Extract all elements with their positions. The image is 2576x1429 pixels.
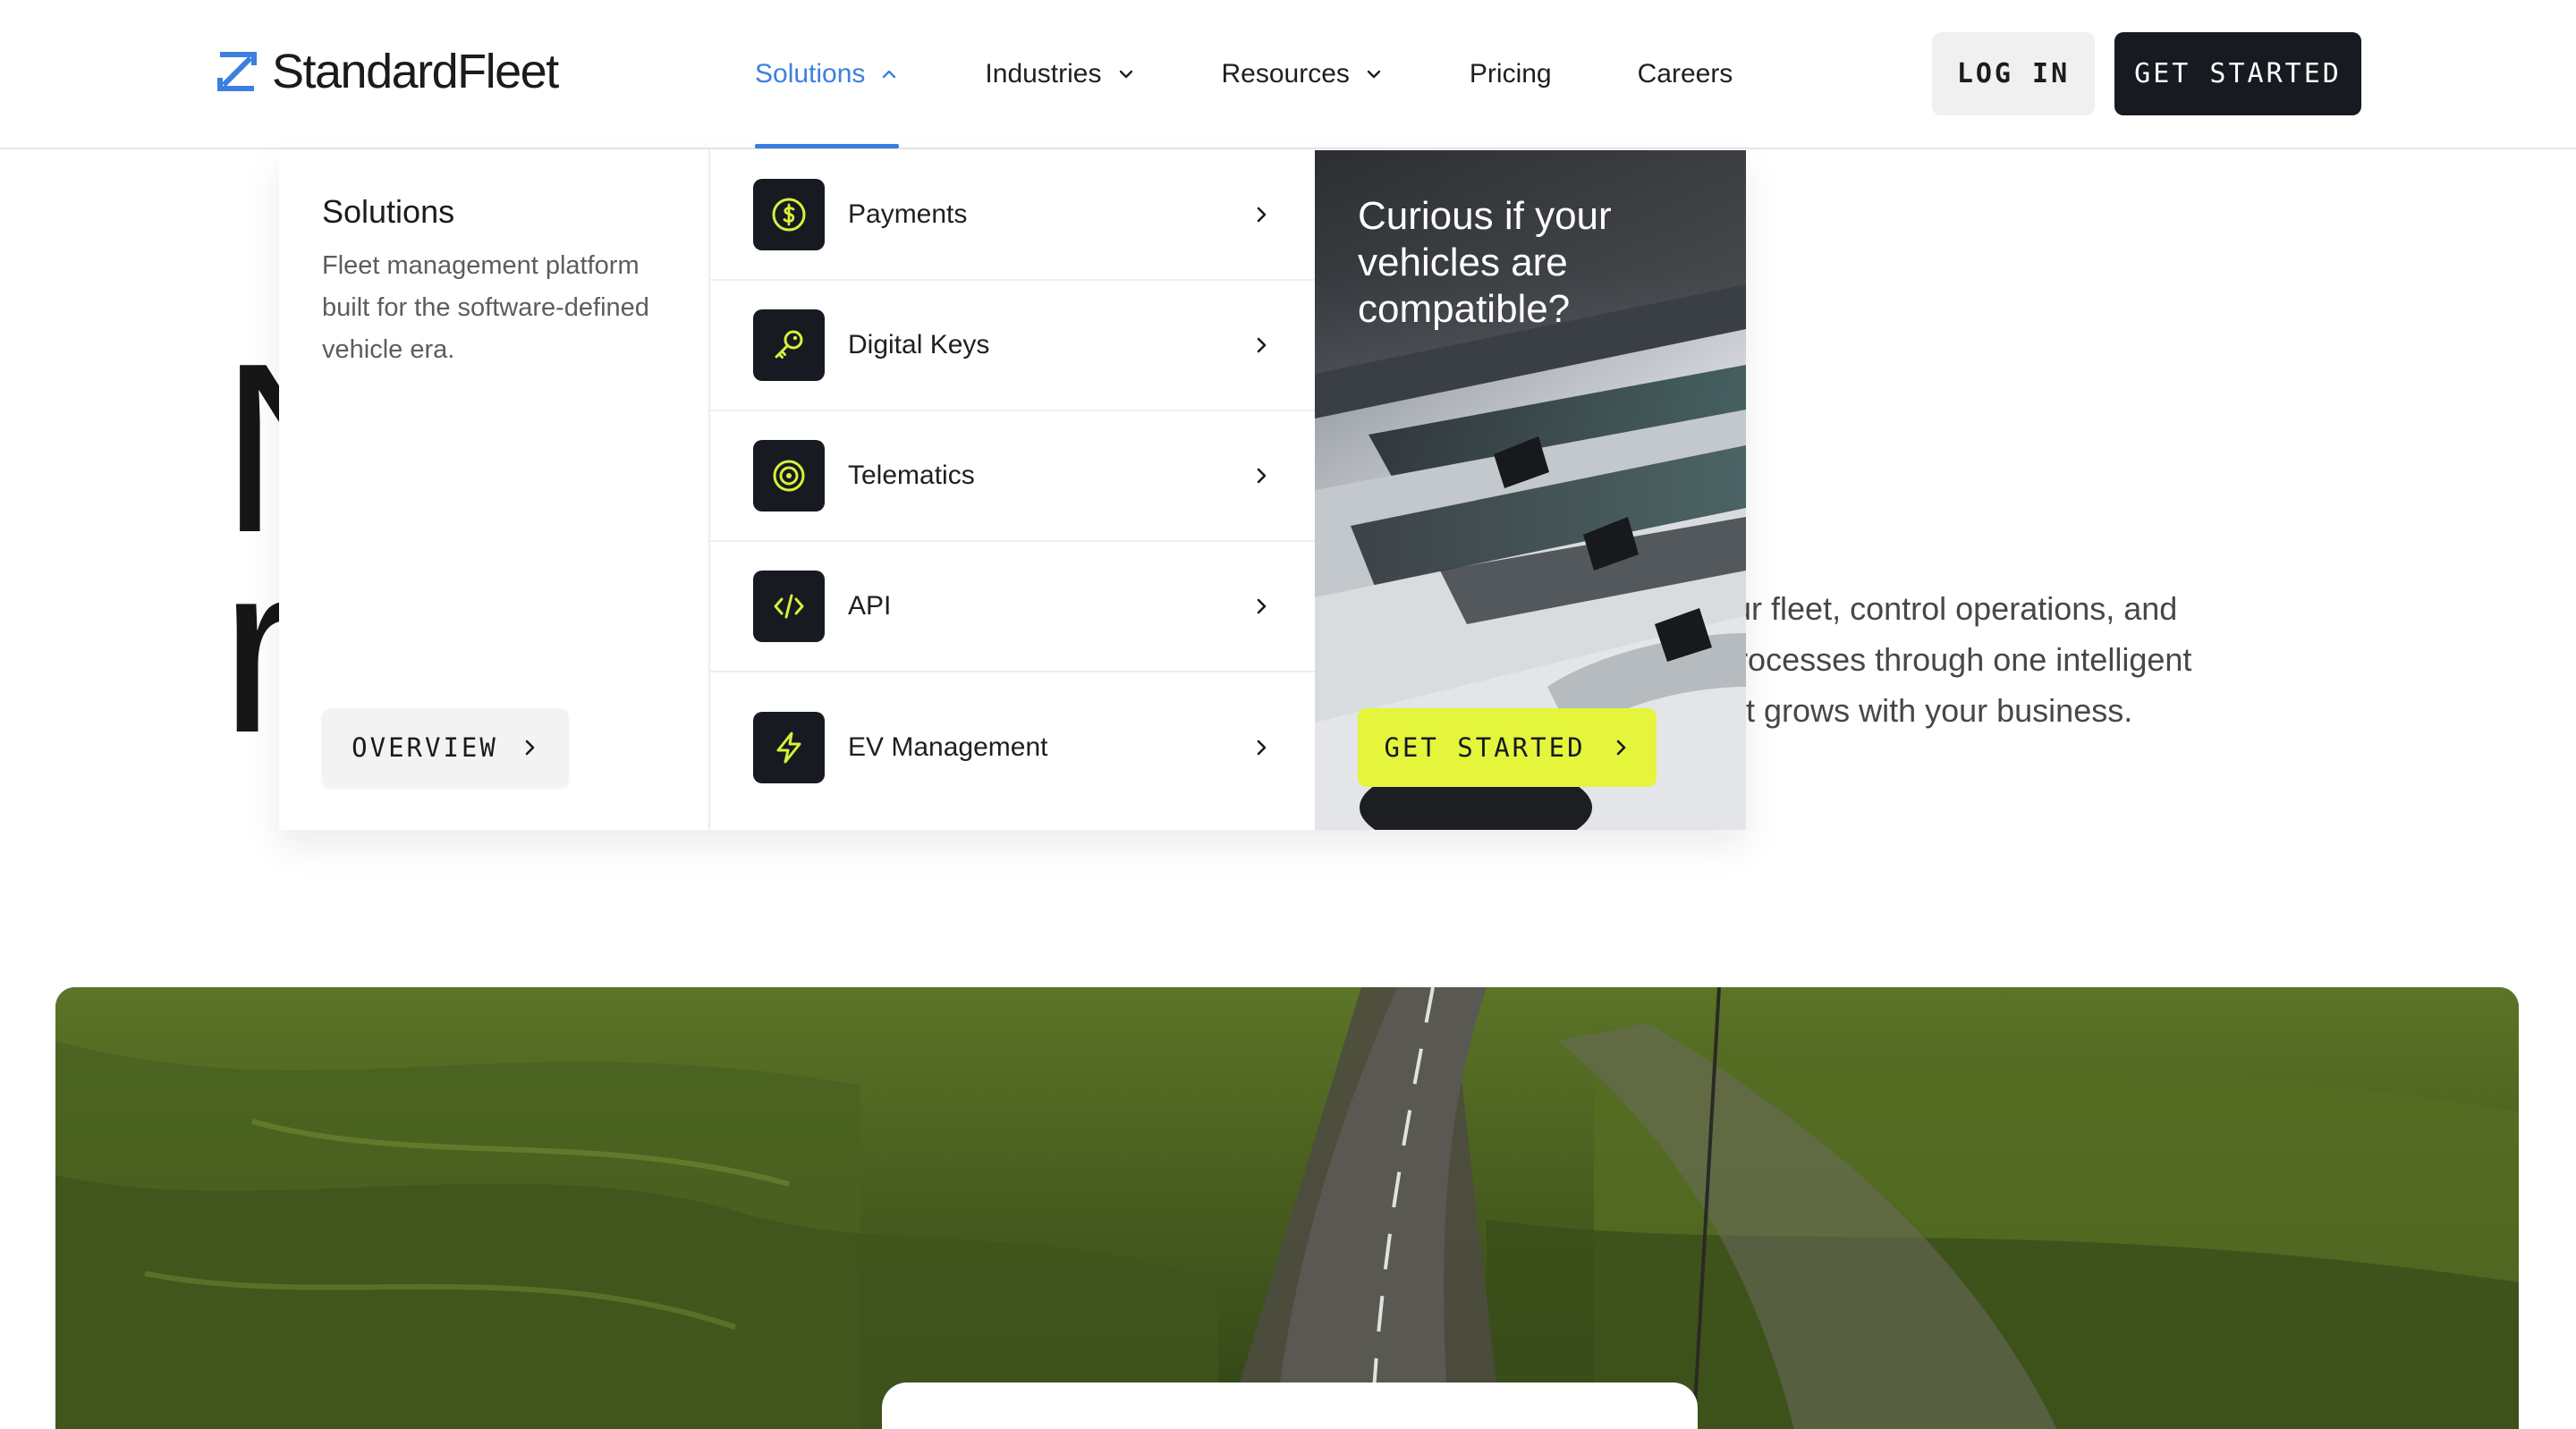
- hero-paragraph-line: ct your fleet, control operations, and: [1665, 590, 2178, 627]
- aerial-road-artwork: [55, 987, 2519, 1429]
- menu-item-label: Digital Keys: [848, 330, 990, 359]
- brand-logo[interactable]: StandardFleet: [215, 39, 559, 104]
- nav-industries-label: Industries: [985, 58, 1102, 89]
- menu-item-telematics[interactable]: Telematics: [710, 411, 1315, 542]
- menu-item-label: API: [848, 591, 892, 621]
- promo-title: Curious if your vehicles are compatible?: [1358, 194, 1612, 331]
- promo-get-started-button[interactable]: GET STARTED: [1358, 708, 1657, 787]
- code-icon: [753, 571, 825, 642]
- hero-paragraph: ct your fleet, control operations, and a…: [1665, 583, 2345, 736]
- chevron-up-icon: [883, 70, 896, 78]
- menu-item-api[interactable]: API: [710, 542, 1315, 672]
- mega-menu-description: Fleet management platform built for the …: [322, 251, 649, 364]
- menu-item-ev-management[interactable]: EV Management: [710, 672, 1315, 823]
- nav-careers[interactable]: Careers: [1638, 0, 1733, 148]
- login-button[interactable]: LOG IN: [1932, 32, 2095, 115]
- hero-paragraph-line: ate processes through one intelligent: [1665, 641, 2192, 678]
- nav-solutions-label: Solutions: [755, 58, 866, 89]
- key-icon: [753, 309, 825, 381]
- solutions-mega-menu: Solutions Fleet management platform buil…: [279, 150, 1746, 830]
- chevron-right-icon: [1257, 337, 1267, 353]
- promo-button-label: GET STARTED: [1384, 732, 1586, 763]
- main-nav: Solutions Industries Resources Pricing C…: [755, 0, 1818, 148]
- overview-button-label: OVERVIEW: [352, 732, 498, 763]
- chevron-down-icon: [1367, 70, 1381, 78]
- standardfleet-logo-icon: [217, 52, 257, 91]
- nav-pricing[interactable]: Pricing: [1470, 0, 1552, 148]
- lightning-icon: [753, 712, 825, 783]
- menu-item-digital-keys[interactable]: Digital Keys: [710, 281, 1315, 411]
- chevron-right-icon: [1257, 207, 1267, 223]
- nav-solutions[interactable]: Solutions: [755, 0, 900, 148]
- menu-item-label: Telematics: [848, 461, 975, 490]
- chevron-right-icon: [1257, 598, 1267, 614]
- nav-industries[interactable]: Industries: [985, 0, 1135, 148]
- menu-item-label: Payments: [848, 199, 968, 229]
- menu-item-label: EV Management: [848, 732, 1048, 762]
- solutions-list: Payments Digital Keys Telematics API EV …: [710, 150, 1315, 830]
- mega-menu-intro: Solutions Fleet management platform buil…: [279, 150, 710, 830]
- chevron-right-icon: [1257, 468, 1267, 484]
- aerial-road-image: [55, 987, 2519, 1429]
- get-started-button[interactable]: GET STARTED: [2114, 32, 2361, 115]
- site-header: StandardFleet Solutions Industries Resou…: [0, 0, 2576, 149]
- dollar-coin-icon: [753, 179, 825, 250]
- compatibility-promo[interactable]: Curious if your vehicles are compatible?…: [1315, 150, 1746, 830]
- nav-resources[interactable]: Resources: [1222, 0, 1384, 148]
- chevron-right-icon: [1257, 740, 1267, 756]
- nav-careers-label: Careers: [1637, 58, 1733, 89]
- signal-icon: [753, 440, 825, 512]
- mega-menu-title: Solutions: [322, 193, 455, 230]
- hero-paragraph-line: m that grows with your business.: [1665, 692, 2133, 729]
- menu-item-payments[interactable]: Payments: [710, 150, 1315, 281]
- page: StandardFleet Solutions Industries Resou…: [0, 0, 2576, 1429]
- chevron-down-icon: [1119, 70, 1132, 78]
- brand-name: StandardFleet: [272, 45, 559, 98]
- chevron-right-icon: [525, 740, 535, 756]
- chevron-right-icon: [1616, 740, 1625, 756]
- overview-button[interactable]: OVERVIEW: [322, 708, 569, 787]
- nav-pricing-label: Pricing: [1469, 58, 1552, 89]
- nav-resources-label: Resources: [1221, 58, 1350, 89]
- floating-card: [882, 1382, 1698, 1429]
